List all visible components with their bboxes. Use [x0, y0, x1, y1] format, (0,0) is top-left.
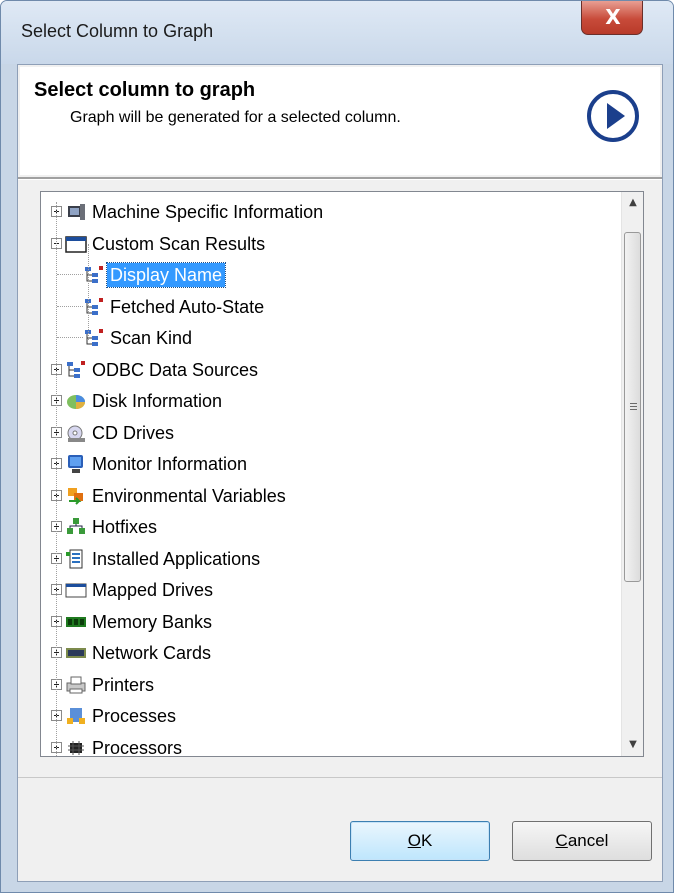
tree-item-label: Installed Applications [92, 548, 261, 569]
tree-item-label: ODBC Data Sources [92, 359, 259, 380]
grip-line [630, 406, 637, 407]
scroll-thumb[interactable] [624, 232, 641, 582]
hotfix-icon [67, 518, 85, 534]
grip-line [630, 409, 637, 410]
tree-item[interactable]: ODBC Data Sources [41, 354, 621, 385]
tree-item-label: Monitor Information [92, 454, 248, 474]
process-icon [67, 708, 85, 724]
tree-item-label: Environmental Variables [92, 485, 286, 506]
computer-icon [68, 204, 85, 220]
tree-item-label: CD Drives [92, 422, 175, 443]
scroll-down-arrow-icon[interactable]: ▼ [622, 734, 643, 756]
cancel-label-rest: ancel [567, 831, 609, 850]
tree-item[interactable]: Scan Kind [41, 322, 621, 353]
disk-icon [67, 395, 85, 409]
title-bar[interactable]: Select Column to Graph X [1, 1, 673, 64]
tree-item-label: Printers [92, 674, 155, 695]
dialog-content: Select column to graph Graph will be gen… [17, 64, 663, 882]
tree-item[interactable]: Processes [41, 700, 621, 731]
cancel-button[interactable]: Cancel [512, 821, 652, 861]
tree-connector [57, 274, 83, 275]
printer-icon [66, 676, 86, 693]
window-title: Select Column to Graph [21, 21, 214, 41]
column-icon [67, 360, 85, 378]
tree-connector [88, 244, 89, 340]
tree-item[interactable]: Processors [41, 732, 621, 757]
header-panel: Select column to graph Graph will be gen… [20, 67, 660, 175]
tree-scrollbar[interactable]: ▲ ▼ [621, 192, 643, 756]
tree-item[interactable]: Printers [41, 669, 621, 700]
column-icon [85, 266, 103, 283]
tree-item[interactable]: CD Drives [41, 417, 621, 448]
network-card-icon [66, 648, 86, 658]
cancel-mnemonic: C [555, 831, 568, 850]
tree-item[interactable]: Memory Banks [41, 606, 621, 637]
header-subtitle: Graph will be generated for a selected c… [70, 109, 401, 126]
grip-line [630, 403, 637, 404]
tree-item-label: Fetched Auto-State [110, 296, 265, 317]
tree-item[interactable]: Hotfixes [41, 511, 621, 542]
column-icon [85, 297, 103, 315]
tree-rows: Machine Specific Information Custom Scan … [41, 192, 621, 756]
dialog-window: Select Column to Graph X Select column t… [0, 0, 674, 893]
tree-item-label: Custom Scan Results [92, 233, 266, 254]
tree-item-label: Network Cards [92, 643, 212, 663]
environment-icon [68, 487, 83, 505]
next-arrow-icon [587, 90, 639, 142]
tree-item-label: Processors [92, 737, 183, 757]
column-tree[interactable]: Machine Specific Information Custom Scan … [40, 191, 644, 757]
tree-connector [57, 305, 83, 307]
close-icon: X [605, 5, 621, 29]
tree-item[interactable]: Environmental Variables [41, 480, 621, 511]
tree-item-label: Processes [92, 706, 177, 726]
processor-icon [68, 740, 84, 755]
tree-item[interactable]: Mapped Drives [41, 574, 621, 605]
tree-item[interactable]: Disk Information [41, 385, 621, 416]
tree-item-label: Hotfixes [92, 517, 158, 537]
ok-label-rest: K [420, 831, 433, 850]
scroll-up-arrow-icon[interactable]: ▲ [622, 192, 643, 214]
tree-item-label: Machine Specific Information [92, 202, 324, 222]
close-button[interactable]: X [581, 1, 643, 35]
tree-item[interactable]: Custom Scan Results [41, 228, 621, 259]
ok-button[interactable]: OK [350, 821, 490, 861]
ok-mnemonic: O [407, 831, 421, 850]
tree-item[interactable]: Display Name [41, 259, 621, 290]
tree-item-label: Mapped Drives [92, 580, 214, 600]
tree-item-label: Memory Banks [92, 611, 213, 632]
tree-connector [57, 337, 83, 338]
tree-item[interactable]: Installed Applications [41, 543, 621, 574]
tree-item-label: Scan Kind [110, 328, 193, 348]
window-icon [65, 235, 87, 253]
applications-icon [66, 549, 83, 568]
column-icon [85, 329, 103, 346]
button-bar-separator [18, 777, 662, 778]
tree-item[interactable]: Fetched Auto-State [41, 291, 621, 322]
tree-item[interactable]: Machine Specific Information [41, 196, 621, 227]
tree-item-label: Disk Information [92, 391, 223, 411]
cd-icon [67, 425, 85, 442]
tree-item[interactable]: Network Cards [41, 637, 621, 668]
mapped-drive-icon [65, 583, 87, 598]
tree-connector [56, 202, 57, 756]
tree-item[interactable]: Monitor Information [41, 448, 621, 479]
header-separator [18, 177, 662, 180]
header-title: Select column to graph [34, 79, 256, 101]
memory-icon [66, 616, 86, 627]
tree-item-label: Display Name [105, 262, 227, 288]
monitor-icon [68, 455, 83, 473]
